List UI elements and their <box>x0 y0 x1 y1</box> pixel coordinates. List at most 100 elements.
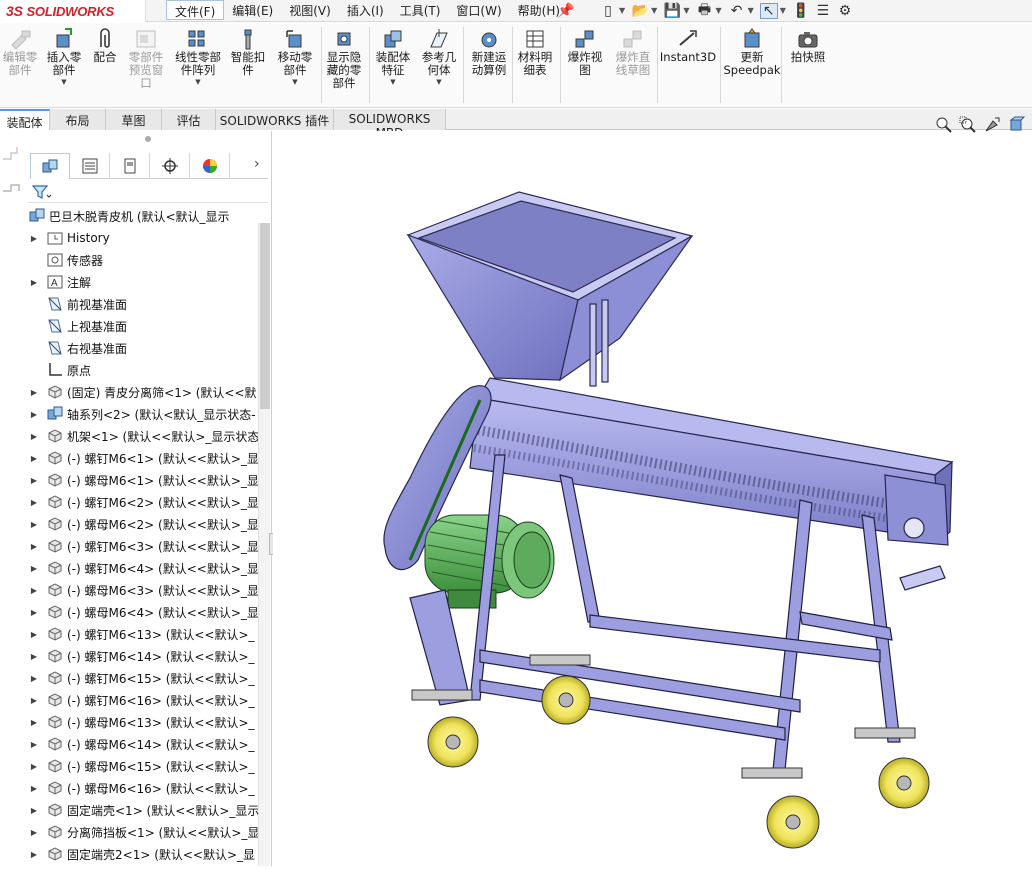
expand-arrow-icon[interactable]: ▶ <box>28 718 40 727</box>
expand-arrow-icon[interactable]: ▶ <box>28 608 40 617</box>
dropdown-arrow-icon[interactable]: ▼ <box>651 6 657 15</box>
display-manager-tab-icon[interactable] <box>190 153 230 179</box>
save-icon[interactable]: 💾 <box>663 3 681 19</box>
tree-item[interactable]: 原点 <box>28 359 91 381</box>
chevron-down-icon[interactable]: ▼ <box>61 78 66 86</box>
tree-scrollbar-thumb[interactable] <box>260 223 270 409</box>
ribbon-reference-geometry-button[interactable]: 参考几 何体 ▼ <box>418 25 460 86</box>
ribbon-edit-component-button[interactable]: 编辑零 部件 <box>2 25 38 77</box>
ribbon-assembly-features-button[interactable]: 装配体 特征 ▼ <box>372 25 414 86</box>
tree-item[interactable]: ▶ (-) 螺母M6<1> (默认<<默认>_显 <box>28 469 258 491</box>
panel-tabs-scroll-right-icon[interactable]: › <box>254 156 260 172</box>
assembly-model-render[interactable] <box>273 131 1032 866</box>
previous-view-icon[interactable] <box>982 116 1002 134</box>
chevron-down-icon[interactable]: ▼ <box>195 78 200 86</box>
tree-item[interactable]: ▶ (-) 螺钉M6<2> (默认<<默认>_显 <box>28 491 258 513</box>
expand-arrow-icon[interactable]: ▶ <box>28 278 40 287</box>
ribbon-update-speedpak-button[interactable]: 更新 Speedpak <box>723 25 781 77</box>
expand-arrow-icon[interactable]: ▶ <box>28 740 40 749</box>
panel-collapse-handle[interactable] <box>145 136 151 142</box>
expand-arrow-icon[interactable]: ▶ <box>28 696 40 705</box>
ribbon-smart-fasteners-button[interactable]: 智能扣 件 <box>228 25 268 77</box>
tree-item[interactable]: ▶ History <box>28 227 110 249</box>
ribbon-new-motion-study-button[interactable]: 新建运 动算例 <box>467 25 511 77</box>
property-manager-tab-icon[interactable] <box>70 153 110 179</box>
expand-arrow-icon[interactable]: ▶ <box>28 476 40 485</box>
expand-arrow-icon[interactable]: ▶ <box>28 652 40 661</box>
expand-arrow-icon[interactable]: ▶ <box>28 784 40 793</box>
ribbon-show-hidden-button[interactable]: 显示隐 藏的零 部件 <box>322 25 366 90</box>
ribbon-mate-paperclip-button[interactable]: 配合 <box>90 25 120 64</box>
menu-item-0[interactable]: 文件(F) <box>166 0 225 20</box>
expand-arrow-icon[interactable]: ▶ <box>28 850 40 859</box>
tree-item[interactable]: ▶ (-) 螺钉M6<4> (默认<<默认>_显 <box>28 557 258 579</box>
solidworks-logo[interactable]: 3S SOLIDWORKS <box>0 0 146 22</box>
open-icon[interactable]: 📂 <box>631 3 649 19</box>
tree-item[interactable]: ▶ (-) 螺钉M6<14> (默认<<默认>_ <box>28 645 255 667</box>
select-cursor-icon[interactable]: ↖ <box>759 2 778 19</box>
rebuild-icon[interactable]: 🚦 <box>792 3 810 19</box>
expand-arrow-icon[interactable]: ▶ <box>28 674 40 683</box>
ribbon-insert-component-button[interactable]: 插入零 部件 ▼ <box>44 25 84 86</box>
tree-item[interactable]: ▶ (-) 螺母M6<4> (默认<<默认>_显 <box>28 601 258 623</box>
expand-arrow-icon[interactable]: ▶ <box>28 806 40 815</box>
tree-item[interactable]: ▶ 机架<1> (默认<<默认>_显示状态 <box>28 425 258 447</box>
tree-item[interactable]: ▶ 轴系列<2> (默认<默认_显示状态- <box>28 403 256 425</box>
filter-funnel-icon[interactable] <box>31 184 51 200</box>
tab-0[interactable]: 装配体 <box>0 109 50 130</box>
menu-item-5[interactable]: 窗口(W) <box>448 0 509 20</box>
tab-2[interactable]: 草图 <box>106 109 162 130</box>
configuration-manager-tab-icon[interactable] <box>110 153 150 179</box>
zoom-to-fit-icon[interactable] <box>934 116 954 134</box>
dropdown-arrow-icon[interactable]: ▼ <box>715 6 721 15</box>
tab-4[interactable]: SOLIDWORKS 插件 <box>216 109 334 130</box>
ribbon-instant3d-button[interactable]: Instant3D <box>660 25 716 64</box>
menu-item-2[interactable]: 视图(V) <box>281 0 339 20</box>
tab-1[interactable]: 布局 <box>50 109 106 130</box>
tree-item[interactable]: ▶ (-) 螺母M6<13> (默认<<默认>_ <box>28 711 255 733</box>
tree-item[interactable]: ▶ (-) 螺钉M6<16> (默认<<默认>_ <box>28 689 255 711</box>
tree-item[interactable]: ▶ (-) 螺母M6<3> (默认<<默认>_显 <box>28 579 258 601</box>
expand-arrow-icon[interactable]: ▶ <box>28 520 40 529</box>
undo-icon[interactable]: ↶ <box>728 3 746 19</box>
tree-item[interactable]: ▶ 固定端壳2<1> (默认<<默认>_显 <box>28 843 255 865</box>
expand-arrow-icon[interactable]: ▶ <box>28 586 40 595</box>
tree-filter[interactable] <box>28 181 268 203</box>
tree-item[interactable]: ▶ (固定) 青皮分离筛<1> (默认<<默 <box>28 381 257 403</box>
tree-item[interactable]: ▶ A 注解 <box>28 271 91 293</box>
dropdown-arrow-icon[interactable]: ▼ <box>780 6 786 15</box>
tree-item[interactable]: ▶ (-) 螺钉M6<3> (默认<<默认>_显 <box>28 535 258 557</box>
tree-item[interactable]: ▶ (-) 螺钉M6<1> (默认<<默认>_显 <box>28 447 258 469</box>
tree-item[interactable]: 传感器 <box>28 249 103 271</box>
expand-arrow-icon[interactable]: ▶ <box>28 388 40 397</box>
dropdown-arrow-icon[interactable]: ▼ <box>683 6 689 15</box>
tree-item[interactable]: ▶ (-) 螺钉M6<13> (默认<<默认>_ <box>28 623 255 645</box>
feature-manager-tab-icon[interactable] <box>30 153 70 179</box>
expand-arrow-icon[interactable]: ▶ <box>28 410 40 419</box>
tree-item[interactable]: 前视基准面 <box>28 293 127 315</box>
print-icon[interactable]: 🖶 <box>695 2 713 19</box>
chevron-down-icon[interactable]: ▼ <box>436 78 441 86</box>
new-document-icon[interactable]: ▯ <box>599 3 617 19</box>
tree-item[interactable]: ▶ 固定端壳<1> (默认<<默认>_显示 <box>28 799 258 821</box>
ribbon-component-preview-button[interactable]: 零部件 预览窗 口 <box>124 25 168 90</box>
expand-arrow-icon[interactable]: ▶ <box>28 828 40 837</box>
options-gear-icon[interactable]: ⚙ <box>836 3 854 19</box>
expand-arrow-icon[interactable]: ▶ <box>28 564 40 573</box>
file-properties-icon[interactable]: ☰ <box>814 3 832 19</box>
chevron-down-icon[interactable]: ▼ <box>390 78 395 86</box>
tree-item[interactable]: ▶ (-) 螺母M6<2> (默认<<默认>_显 <box>28 513 258 535</box>
pin-icon[interactable]: 📌 <box>557 3 575 19</box>
expand-arrow-icon[interactable]: ▶ <box>28 432 40 441</box>
dimxpert-manager-tab-icon[interactable] <box>150 153 190 179</box>
ribbon-bill-of-materials-button[interactable]: 材料明 细表 <box>514 25 556 77</box>
menu-item-1[interactable]: 编辑(E) <box>224 0 281 20</box>
expand-arrow-icon[interactable]: ▶ <box>28 234 40 243</box>
menu-item-3[interactable]: 插入(I) <box>339 0 392 20</box>
graphics-area[interactable] <box>273 131 1032 866</box>
ribbon-explode-line-sketch-button[interactable]: 爆炸直 线草图 <box>610 25 656 77</box>
tree-item[interactable]: ▶ (-) 螺母M6<15> (默认<<默认>_ <box>28 755 255 777</box>
chevron-down-icon[interactable]: ▼ <box>292 78 297 86</box>
tree-item[interactable]: 右视基准面 <box>28 337 127 359</box>
expand-arrow-icon[interactable]: ▶ <box>28 630 40 639</box>
